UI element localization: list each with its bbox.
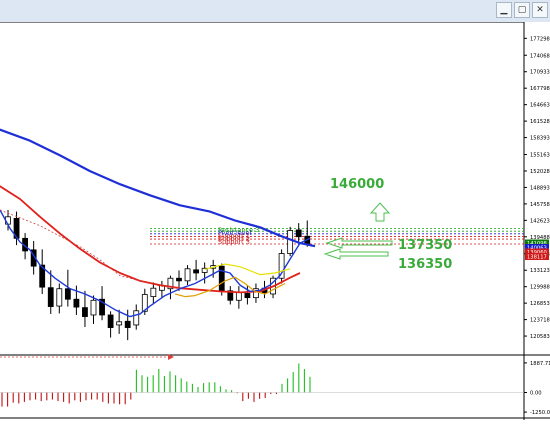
price-tick-label: 170933 [530, 70, 550, 76]
price-tick-label: 126853 [530, 301, 550, 307]
candle-body [176, 277, 182, 282]
price-markers: 141098140063139060138117 [525, 239, 549, 261]
oscillator-tick-label: -1250.00 [530, 410, 550, 416]
price-tick-label: 174068 [530, 53, 550, 59]
price-tick-label: 123718 [530, 318, 550, 324]
price-tick-label: 129988 [530, 285, 550, 291]
price-chart[interactable]: 177298 174068 170933 167798 164663 161528 1583… [0, 21, 550, 420]
price-tick-label: 177298 [530, 36, 550, 42]
candle-body [133, 310, 140, 326]
maximize-button[interactable]: ▢ [514, 2, 530, 18]
candle-body [64, 288, 71, 300]
candle-body [116, 321, 123, 326]
candle-body [107, 314, 114, 328]
price-tick-label: 142623 [530, 218, 550, 224]
candle-body [150, 287, 157, 298]
price-marker-label: 138117 [527, 255, 547, 261]
price-tick-label: 133123 [530, 268, 550, 274]
candle-body [193, 269, 200, 274]
candle-body [287, 230, 294, 254]
close-button[interactable]: ✕ [532, 2, 548, 18]
candle-body [56, 288, 63, 307]
price-tick-label: 167798 [530, 86, 550, 92]
price-tick-label: 161528 [530, 119, 550, 125]
price-tick-label: 152028 [530, 169, 550, 175]
price-tick-label: 145758 [530, 202, 550, 208]
candle-body [124, 320, 131, 328]
candle-body [295, 229, 302, 238]
level-a-label: 137350 [398, 238, 452, 253]
price-tick-label: 164663 [530, 103, 550, 109]
oscillator-tick-label: 1887.71 [530, 361, 550, 367]
minimize-button[interactable]: ▁ [496, 2, 512, 18]
candle-body [82, 307, 88, 317]
price-tick-label: 155163 [530, 153, 550, 159]
candle-body [73, 298, 80, 308]
chart-panel: 177298 174068 170933 167798 164663 161528 1583… [0, 21, 550, 420]
oscillator-tick-label: 0.00 [530, 390, 542, 396]
price-tick-label: 148893 [530, 185, 550, 191]
candle-body [90, 299, 97, 316]
candle-body [184, 268, 191, 282]
level-b-label: 136350 [398, 257, 452, 272]
candle-body [47, 287, 54, 307]
candle-body [235, 291, 242, 301]
price-tick-label: 158393 [530, 136, 550, 142]
window-titlebar: ▁ ▢ ✕ [0, 0, 550, 23]
target-price-label: 146000 [330, 177, 384, 192]
level-label: Support 3 [218, 238, 250, 246]
price-tick-label: 120583 [530, 334, 550, 340]
candle-body [244, 293, 251, 299]
